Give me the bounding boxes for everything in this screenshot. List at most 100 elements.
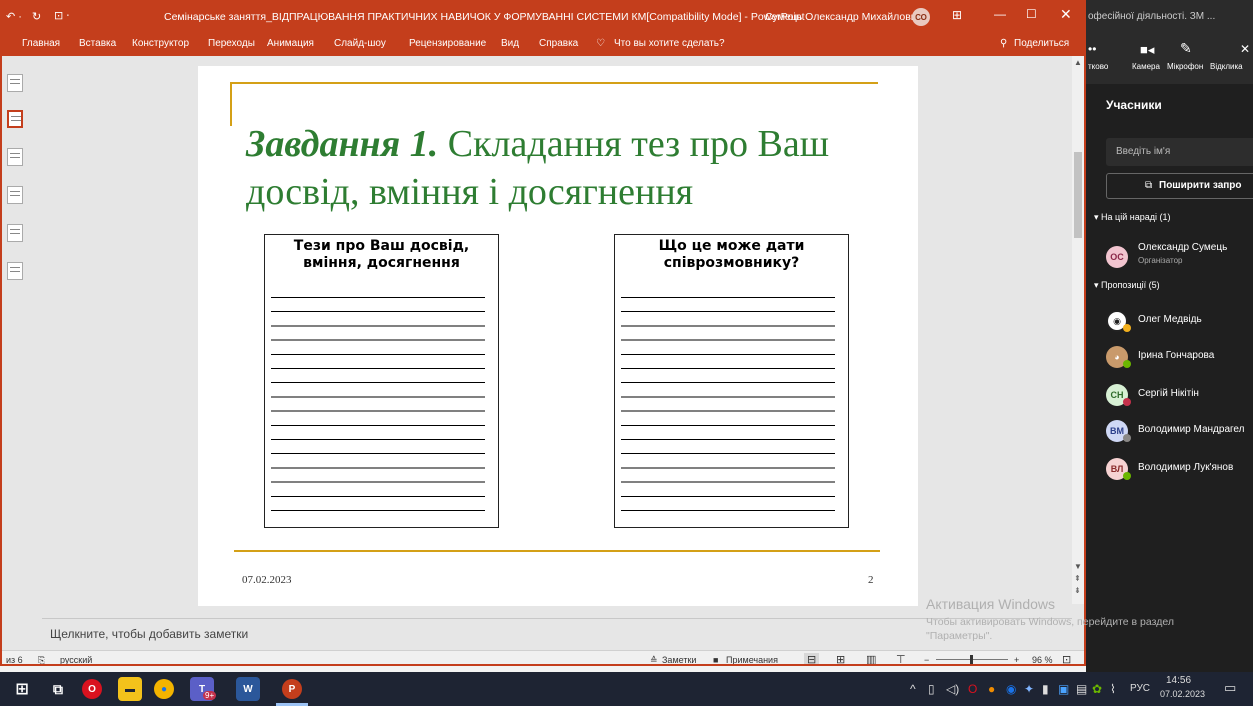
- tab-review[interactable]: Рецензирование: [409, 38, 486, 49]
- zoom-level[interactable]: 96 %: [1032, 655, 1053, 664]
- undo-icon[interactable]: ↶ ·: [6, 10, 22, 23]
- accessibility-icon[interactable]: ⎘: [38, 655, 45, 664]
- close-panel-icon[interactable]: ✕: [1240, 42, 1250, 56]
- leave-label[interactable]: Відклика: [1210, 62, 1243, 71]
- mic-muted-icon[interactable]: ✎: [1180, 40, 1192, 57]
- slide-thumbnail[interactable]: [7, 186, 23, 204]
- app-tray-icon[interactable]: ▣: [1058, 682, 1069, 696]
- normal-view-icon[interactable]: ⊟: [804, 653, 820, 664]
- vertical-scrollbar[interactable]: ▲ ▼ ⇞ ⇟: [1072, 56, 1084, 604]
- tab-view[interactable]: Вид: [501, 38, 519, 49]
- notes-icon[interactable]: ≙: [650, 655, 658, 664]
- more-actions-icon[interactable]: ••: [1088, 42, 1096, 56]
- theses-lines: [271, 297, 485, 519]
- away-status-icon: [1123, 324, 1131, 332]
- microphone-tray-icon[interactable]: ▮: [1042, 682, 1049, 696]
- next-slide-icon[interactable]: ⇟: [1074, 586, 1081, 595]
- account-avatar[interactable]: СО: [912, 8, 930, 26]
- clock-time[interactable]: 14:56: [1166, 675, 1191, 686]
- powerpoint-taskbar-icon[interactable]: P: [282, 679, 302, 699]
- theses-box[interactable]: Тези про Ваш досвід, вміння, досягнення: [264, 234, 499, 528]
- notifications-icon[interactable]: ▭: [1224, 680, 1236, 696]
- slide-canvas[interactable]: Завдання 1. Складання тез про Ваш досвід…: [198, 66, 918, 606]
- tab-help[interactable]: Справка: [539, 38, 578, 49]
- participant-name[interactable]: Володимир Мандрагел: [1138, 424, 1245, 435]
- camera-label[interactable]: Камера: [1132, 62, 1160, 71]
- tab-insert[interactable]: Вставка: [79, 38, 116, 49]
- slide-thumbnail-selected[interactable]: [7, 110, 23, 128]
- opera-icon[interactable]: O: [82, 679, 102, 699]
- camera-icon[interactable]: ■◂: [1140, 42, 1154, 58]
- app-tray-icon[interactable]: ▤: [1076, 682, 1087, 696]
- comments-toggle[interactable]: Примечания: [726, 655, 778, 664]
- app-tray-icon[interactable]: ◉: [1006, 682, 1016, 696]
- maximize-icon[interactable]: ☐: [1026, 7, 1037, 21]
- account-name[interactable]: Сумець Олександр Михайлович: [765, 11, 922, 23]
- ribbon-tabs: Главная Вставка Конструктор Переходы Ани…: [2, 32, 1084, 56]
- redo-icon[interactable]: ↻: [32, 10, 41, 23]
- in-meeting-group[interactable]: ▾ На цій нараді (1): [1094, 212, 1170, 223]
- ribbon-display-options-icon[interactable]: ⊞: [952, 8, 962, 22]
- bottom-gold-line: [234, 550, 880, 552]
- app-tray-icon[interactable]: ✿: [1092, 682, 1102, 696]
- word-icon[interactable]: W: [236, 677, 260, 701]
- chrome-icon[interactable]: ●: [154, 679, 174, 699]
- tab-transitions[interactable]: Переходы: [208, 38, 255, 49]
- tab-slideshow[interactable]: Слайд-шоу: [334, 38, 386, 49]
- participant-search-input[interactable]: Введіть ім'я: [1106, 138, 1253, 166]
- share-invite-button[interactable]: ⧉ Поширити запро: [1106, 173, 1253, 199]
- tell-me-box[interactable]: Что вы хотите сделать?: [614, 38, 725, 49]
- volume-icon[interactable]: ◁): [946, 682, 959, 696]
- participant-name[interactable]: Володимир Лук'янов: [1138, 462, 1233, 473]
- slide-thumbnail[interactable]: [7, 74, 23, 92]
- slideshow-icon[interactable]: ⊤: [896, 653, 906, 664]
- close-icon[interactable]: ✕: [1060, 6, 1072, 23]
- zoom-out-icon[interactable]: −: [924, 655, 929, 664]
- participant-name[interactable]: Ірина Гончарова: [1138, 350, 1214, 361]
- previous-slide-icon[interactable]: ⇞: [1074, 574, 1081, 583]
- task-view-icon[interactable]: ⧉: [46, 677, 70, 701]
- suggestions-group[interactable]: ▾ Пропозиції (5): [1094, 280, 1160, 291]
- avatar: ОС: [1106, 246, 1128, 268]
- input-language[interactable]: РУС: [1130, 683, 1150, 694]
- language-indicator[interactable]: русский: [60, 655, 92, 664]
- tab-design[interactable]: Конструктор: [132, 38, 189, 49]
- slide-thumbnail[interactable]: [7, 262, 23, 280]
- scroll-up-icon[interactable]: ▲: [1074, 58, 1082, 67]
- more-label[interactable]: тково: [1088, 62, 1108, 71]
- slide-title[interactable]: Завдання 1. Складання тез про Ваш досвід…: [246, 120, 896, 216]
- zoom-in-icon[interactable]: +: [1014, 655, 1019, 664]
- scroll-down-icon[interactable]: ▼: [1074, 562, 1082, 571]
- slide-sorter-icon[interactable]: ⊞: [836, 653, 845, 664]
- participant-name[interactable]: Олег Медвідь: [1138, 314, 1202, 325]
- comments-icon[interactable]: ■: [713, 655, 718, 664]
- notes-toggle[interactable]: Заметки: [662, 655, 696, 664]
- notes-placeholder[interactable]: Щелкните, чтобы добавить заметки: [50, 627, 248, 641]
- slide-thumbnail[interactable]: [7, 148, 23, 166]
- share-icon[interactable]: ⚲: [1000, 38, 1007, 49]
- app-tray-icon[interactable]: ●: [988, 682, 995, 696]
- file-explorer-icon[interactable]: ▬: [118, 677, 142, 701]
- start-from-beginning-icon[interactable]: ⊡ ⋅: [54, 9, 70, 22]
- opera-tray-icon[interactable]: O: [968, 682, 977, 696]
- notes-pane[interactable]: Щелкните, чтобы добавить заметки: [42, 618, 1072, 650]
- clock-date[interactable]: 07.02.2023: [1160, 689, 1205, 699]
- tab-home[interactable]: Главная: [22, 38, 60, 49]
- participant-name[interactable]: Сергій Нікітін: [1138, 388, 1199, 399]
- share-button[interactable]: Поделиться: [1014, 38, 1069, 49]
- mic-label[interactable]: Мікрофон: [1167, 62, 1203, 71]
- slide-thumbnail[interactable]: [7, 224, 23, 242]
- fit-to-window-icon[interactable]: ⊡: [1062, 653, 1071, 664]
- benefit-box[interactable]: Що це може дати співрозмовнику?: [614, 234, 849, 528]
- show-hidden-icons-icon[interactable]: ^: [910, 682, 916, 696]
- start-icon[interactable]: ⊞: [10, 677, 34, 701]
- battery-icon[interactable]: ▯: [928, 682, 935, 696]
- app-tray-icon[interactable]: ✦: [1024, 682, 1034, 696]
- reading-view-icon[interactable]: ▥: [866, 653, 876, 664]
- scroll-thumb[interactable]: [1074, 152, 1082, 238]
- zoom-slider-thumb[interactable]: [970, 655, 973, 664]
- organizer-name[interactable]: Олександр Сумець: [1138, 242, 1227, 253]
- network-icon[interactable]: ⌇: [1110, 682, 1116, 696]
- minimize-icon[interactable]: —: [994, 7, 1006, 21]
- tab-animations[interactable]: Анимация: [267, 38, 314, 49]
